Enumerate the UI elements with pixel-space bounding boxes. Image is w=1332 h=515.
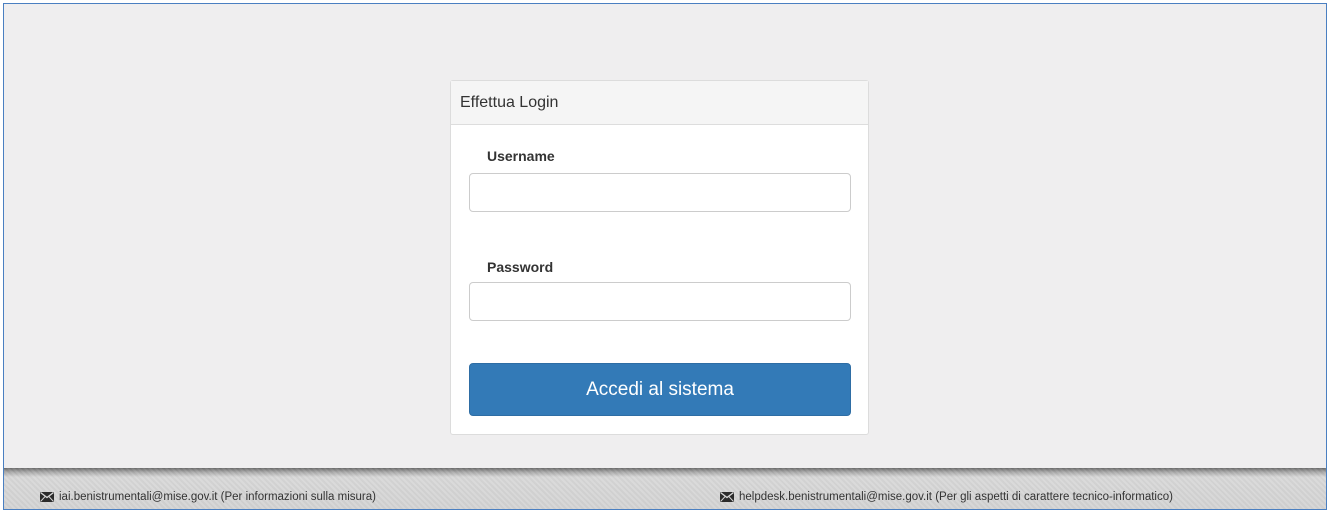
- password-label: Password: [487, 259, 554, 275]
- envelope-icon: [40, 492, 54, 502]
- footer-helpdesk-email-text: helpdesk.benistrumentali@mise.gov.it (Pe…: [739, 491, 1173, 503]
- login-panel: Effettua Login Username Password Accedi …: [450, 80, 869, 435]
- username-input[interactable]: [469, 173, 851, 212]
- login-submit-button[interactable]: Accedi al sistema: [469, 363, 851, 416]
- footer-helpdesk-contact[interactable]: helpdesk.benistrumentali@mise.gov.it (Pe…: [720, 491, 1173, 503]
- footer-bar: iai.benistrumentali@mise.gov.it (Per inf…: [4, 468, 1326, 509]
- footer-contact-info[interactable]: iai.benistrumentali@mise.gov.it (Per inf…: [40, 491, 376, 503]
- login-panel-heading: Effettua Login: [451, 81, 868, 125]
- password-input[interactable]: [469, 282, 851, 321]
- login-title: Effettua Login: [460, 93, 559, 111]
- page-frame: Effettua Login Username Password Accedi …: [3, 3, 1327, 510]
- envelope-icon: [720, 492, 734, 502]
- footer-info-email-text: iai.benistrumentali@mise.gov.it (Per inf…: [59, 491, 376, 503]
- username-label: Username: [487, 148, 555, 164]
